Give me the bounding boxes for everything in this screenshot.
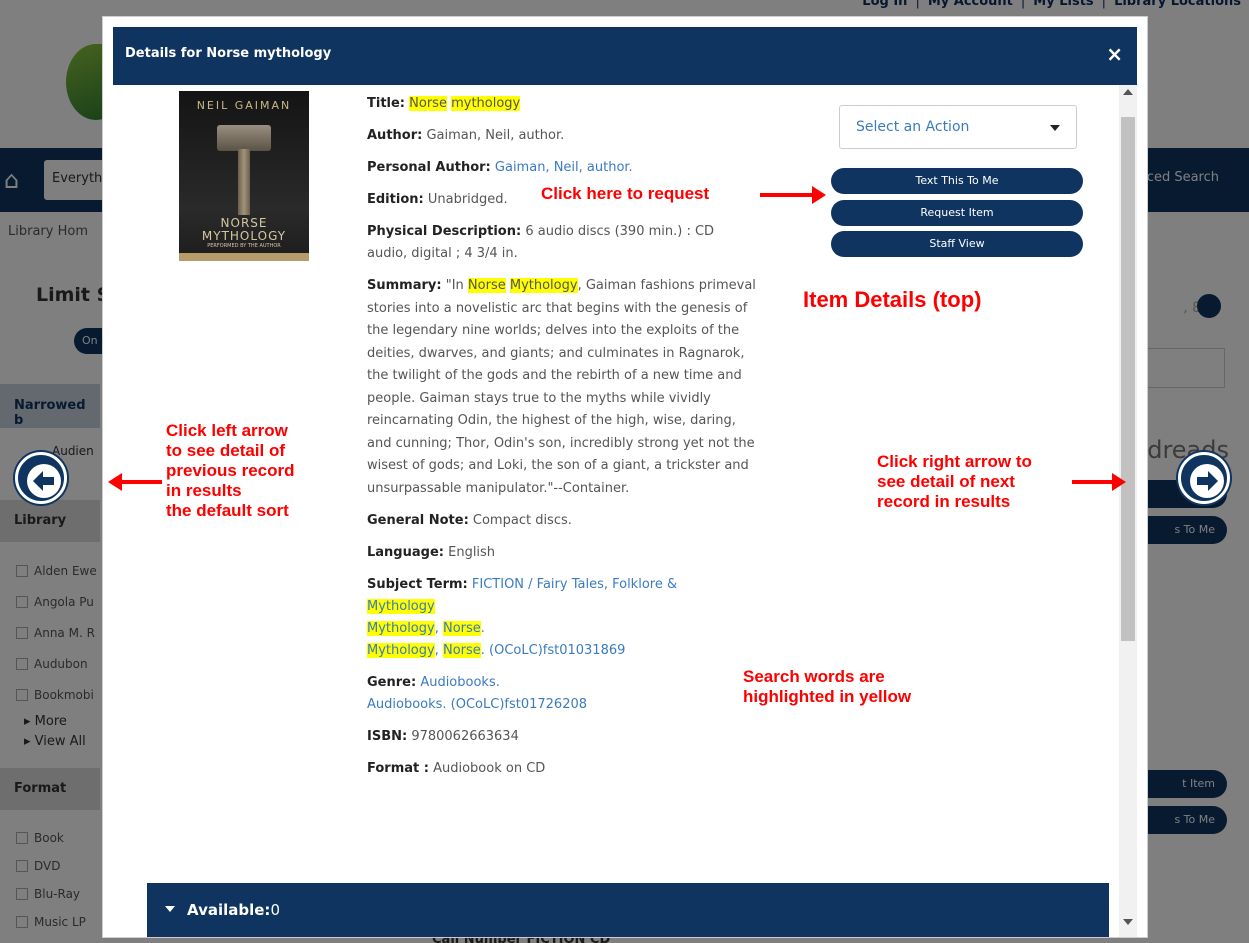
select-action-dropdown[interactable]: Select an Action bbox=[839, 105, 1077, 149]
book-cover-image: NEIL GAIMAN NORSE MYTHOLOGY PERFORMED BY… bbox=[179, 91, 309, 261]
arrowhead-icon bbox=[812, 186, 826, 204]
next-record-button[interactable] bbox=[1178, 452, 1230, 504]
previous-record-button[interactable] bbox=[15, 452, 67, 504]
genre-link[interactable]: Audiobooks. bbox=[420, 675, 500, 690]
scroll-down-icon[interactable] bbox=[1123, 919, 1133, 925]
arrow-right-icon bbox=[1190, 464, 1224, 498]
subject-link[interactable]: Mythology, Norse. (OCoLC)fst01031869 bbox=[367, 643, 625, 658]
arrow-left-icon bbox=[27, 464, 61, 498]
language-field: Language: English bbox=[367, 545, 496, 560]
general-note-field: General Note: Compact discs. bbox=[367, 513, 572, 528]
genre-link[interactable]: Audiobooks. (OCoLC)fst01726208 bbox=[367, 697, 587, 712]
close-icon[interactable]: × bbox=[1106, 42, 1123, 66]
annotation-arrow-request bbox=[760, 193, 816, 197]
available-section-toggle[interactable]: Available:0 bbox=[147, 883, 1109, 937]
annotation-left-arrow: Click left arrow to see detail of previo… bbox=[166, 421, 295, 520]
format-field: Format : Audiobook on CD bbox=[367, 761, 546, 776]
request-item-button[interactable]: Request Item bbox=[831, 200, 1083, 226]
summary-field: Summary: "In Norse Mythology, Gaiman fas… bbox=[367, 278, 756, 496]
subject-link[interactable]: Mythology bbox=[367, 599, 435, 614]
subject-link[interactable]: Mythology, Norse. bbox=[367, 621, 485, 636]
cover-strip bbox=[179, 253, 309, 261]
arrowhead-icon bbox=[108, 473, 122, 491]
hammer-handle bbox=[238, 149, 250, 215]
modal-title: Details for Norse mythology bbox=[125, 46, 332, 61]
scroll-up-icon[interactable] bbox=[1123, 89, 1133, 95]
caret-down-icon bbox=[165, 906, 175, 912]
highlighted-word: mythology bbox=[451, 96, 521, 111]
cover-author-text: NEIL GAIMAN bbox=[196, 99, 292, 112]
subject-link[interactable]: FICTION / Fairy Tales, Folklore & bbox=[472, 577, 677, 592]
modal-header: Details for Norse mythology × bbox=[113, 27, 1137, 85]
scroll-thumb[interactable] bbox=[1121, 117, 1135, 641]
arrowhead-icon bbox=[1112, 473, 1126, 491]
physical-description-field: Physical Description: 6 audio discs (390… bbox=[367, 224, 715, 261]
staff-view-button[interactable]: Staff View bbox=[831, 231, 1083, 257]
personal-author-field: Personal Author: Gaiman, Neil, author. bbox=[367, 160, 633, 175]
annotation-right-arrow: Click right arrow to see detail of next … bbox=[877, 452, 1032, 511]
title-field: Title: Norse mythology bbox=[367, 96, 521, 111]
highlighted-word: Mythology bbox=[509, 278, 578, 293]
subject-term-field: Subject Term: FICTION / Fairy Tales, Fol… bbox=[367, 577, 678, 658]
annotation-item-details: Item Details (top) bbox=[803, 287, 982, 312]
annotation-highlight: Search words are highlighted in yellow bbox=[743, 667, 912, 706]
text-this-to-me-button[interactable]: Text This To Me bbox=[831, 168, 1083, 194]
highlighted-word: Norse bbox=[409, 96, 447, 111]
hammer-icon bbox=[217, 125, 271, 151]
cover-title-text: NORSE MYTHOLOGY PERFORMED BY THE AUTHOR bbox=[201, 216, 287, 250]
genre-field: Genre: Audiobooks. Audiobooks. (OCoLC)fs… bbox=[367, 675, 588, 712]
isbn-field: ISBN: 9780062663634 bbox=[367, 729, 519, 744]
annotation-arrow-right bbox=[1072, 480, 1116, 484]
modal-scrollbar[interactable] bbox=[1119, 85, 1137, 937]
annotation-request: Click here to request bbox=[541, 184, 710, 203]
caret-down-icon bbox=[1050, 125, 1060, 131]
annotation-arrow-left bbox=[122, 480, 162, 484]
highlighted-word: Norse bbox=[467, 278, 506, 293]
author-field: Author: Gaiman, Neil, author. bbox=[367, 128, 565, 143]
personal-author-link[interactable]: Gaiman, Neil, author. bbox=[495, 160, 633, 175]
